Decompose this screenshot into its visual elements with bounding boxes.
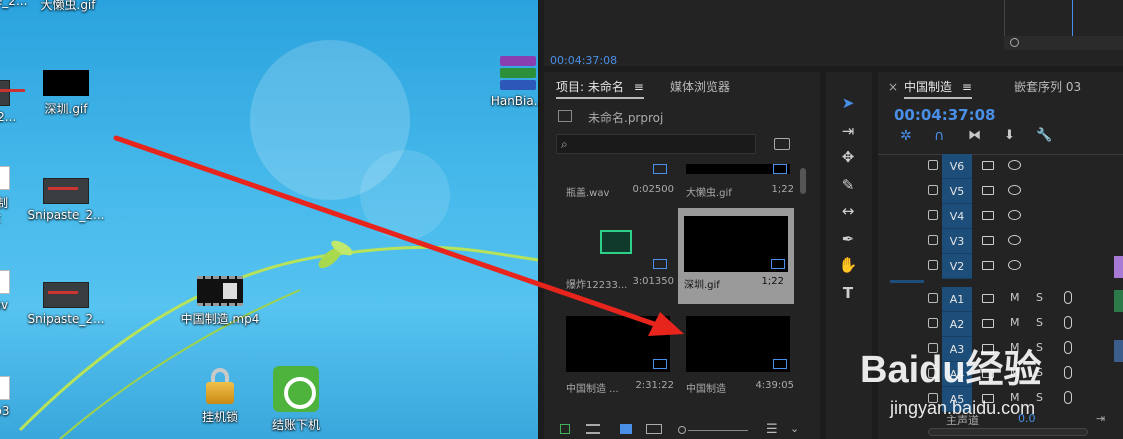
watermark-brand: Baidu经验 bbox=[860, 349, 1042, 391]
watermark-url: jingyan.baidu.com bbox=[890, 398, 1036, 418]
baidu-watermark: Baidu经验 jingyan.baidu.com bbox=[840, 330, 1123, 439]
